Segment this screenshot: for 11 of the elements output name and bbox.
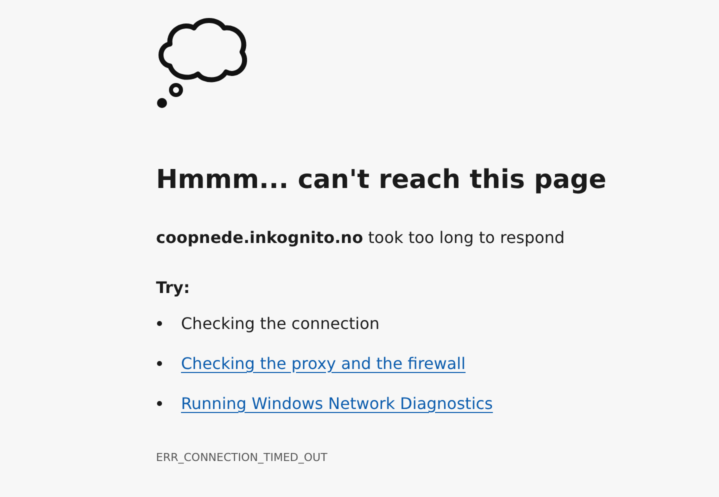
suggestion-text: Checking the connection	[181, 312, 380, 335]
error-code: ERR_CONNECTION_TIMED_OUT	[156, 450, 328, 466]
error-message: coopnede.inkognito.no took too long to respond	[156, 226, 566, 249]
suggestion-link[interactable]: Checking the proxy and the firewall	[181, 352, 466, 376]
try-label: Try:	[156, 276, 191, 299]
thought-cloud-icon	[156, 16, 248, 110]
bullet-icon	[157, 321, 162, 326]
suggestion-link[interactable]: Running Windows Network Diagnostics	[181, 392, 493, 416]
error-heading: Hmmm... can't reach this page	[156, 164, 608, 197]
bullet-icon	[157, 401, 162, 406]
bullet-icon	[157, 361, 162, 366]
